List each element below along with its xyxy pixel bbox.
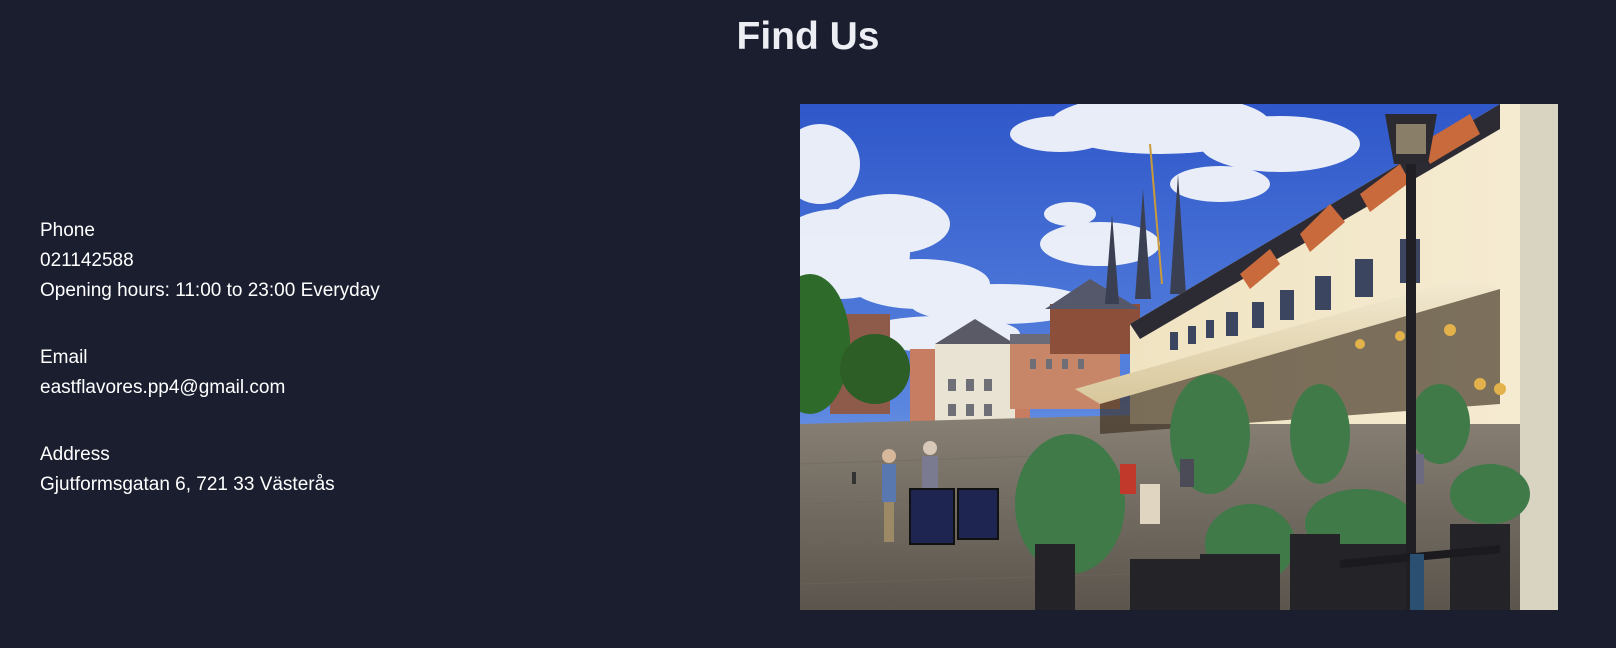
email-address: eastflavores.pp4@gmail.com — [40, 377, 286, 398]
restaurant-photo — [800, 104, 1558, 610]
email-block: Email eastflavores.pp4@gmail.com — [40, 343, 740, 403]
address-label: Address — [40, 444, 110, 465]
contact-info: Phone 021142588 Opening hours: 11:00 to … — [40, 216, 740, 537]
phone-label: Phone — [40, 220, 95, 241]
email-label: Email — [40, 347, 88, 368]
find-us-section: Find Us Phone 021142588 Opening hours: 1… — [0, 0, 1616, 648]
address-block: Address Gjutformsgatan 6, 721 33 Västerå… — [40, 440, 740, 500]
page-title: Find Us — [736, 15, 880, 58]
opening-hours: Opening hours: 11:00 to 23:00 Everyday — [40, 280, 380, 301]
phone-number: 021142588 — [40, 250, 134, 271]
phone-block: Phone 021142588 Opening hours: 11:00 to … — [40, 216, 740, 306]
address-value: Gjutformsgatan 6, 721 33 Västerås — [40, 474, 335, 495]
